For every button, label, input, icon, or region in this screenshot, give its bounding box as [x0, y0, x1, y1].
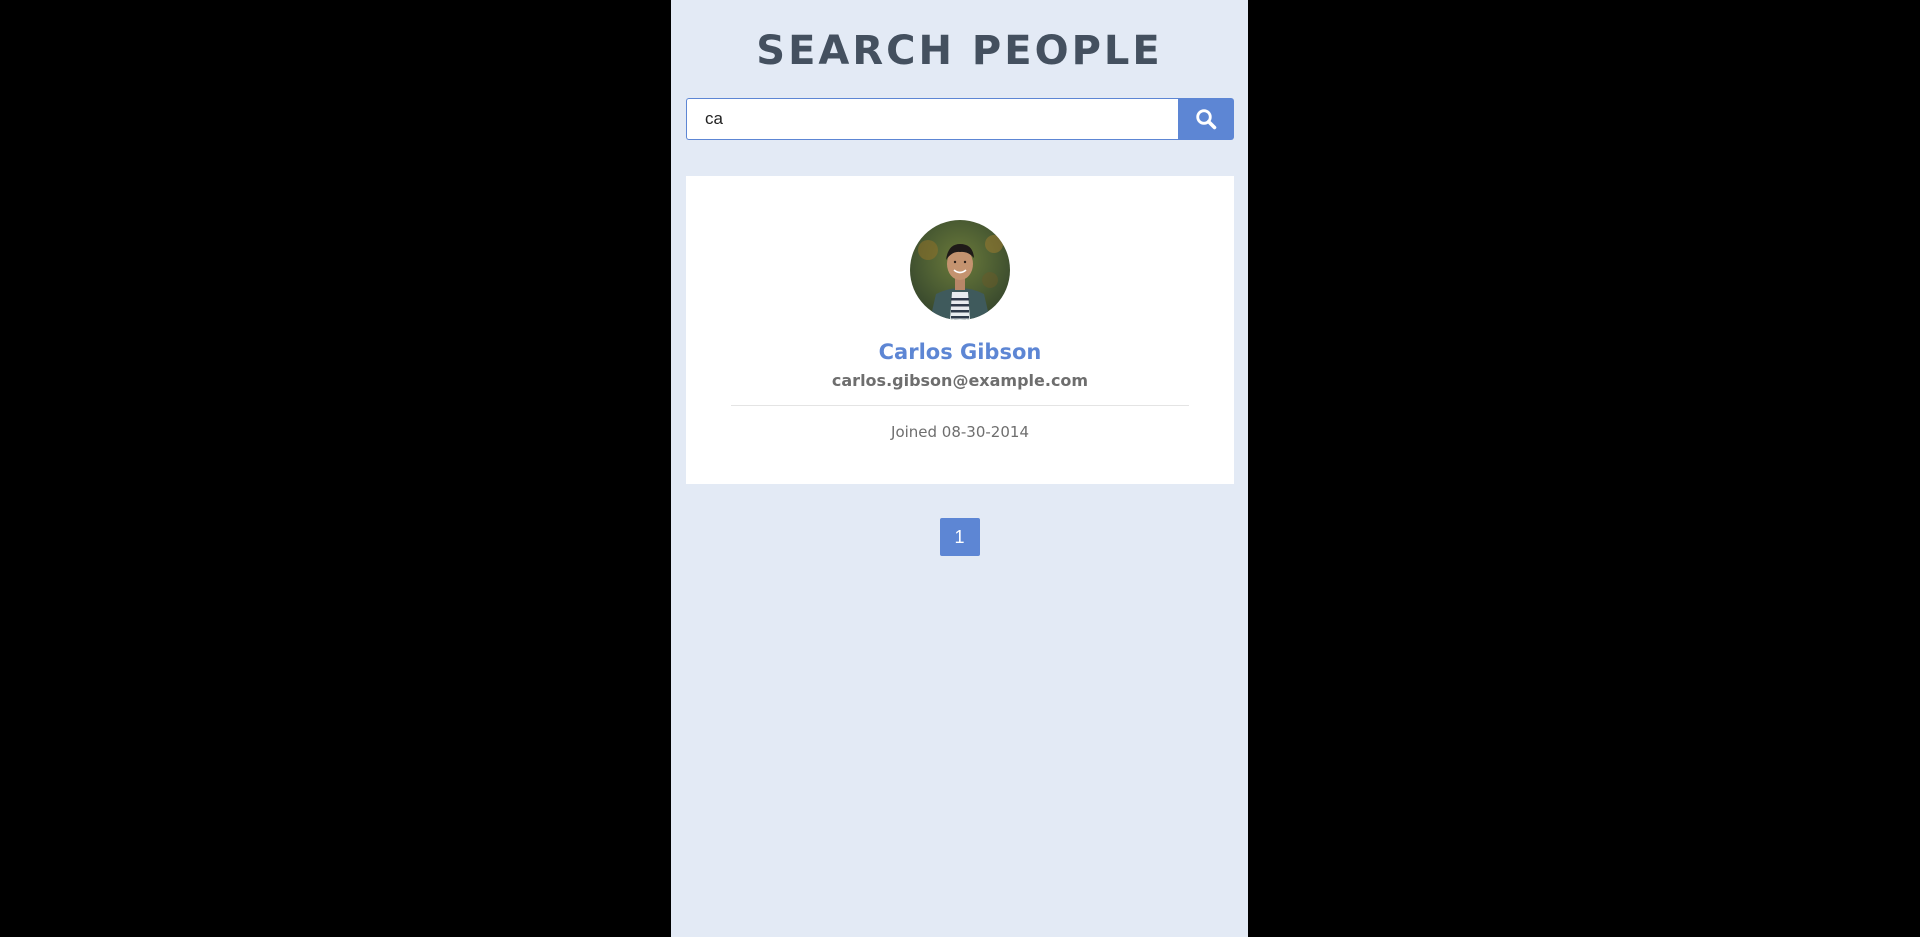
search-bar — [686, 98, 1234, 140]
pagination: 1 — [671, 518, 1248, 556]
search-icon — [1195, 108, 1217, 130]
page-title: SEARCH PEOPLE — [756, 28, 1163, 74]
avatar — [910, 220, 1010, 320]
app-container: SEARCH PEOPLE ca Carlos Gibson carlos.gi… — [671, 0, 1248, 937]
person-email: carlos.gibson@example.com — [831, 371, 1089, 390]
person-card[interactable]: Carlos Gibson carlos.gibson@example.com … — [686, 176, 1234, 484]
person-name[interactable]: Carlos Gibson — [686, 336, 1234, 368]
search-button[interactable] — [1178, 98, 1234, 140]
person-joined-date: Joined 08-30-2014 — [891, 423, 1029, 441]
search-input[interactable] — [686, 98, 1178, 140]
card-divider — [731, 405, 1189, 406]
page-button-1[interactable]: 1 — [939, 518, 980, 556]
